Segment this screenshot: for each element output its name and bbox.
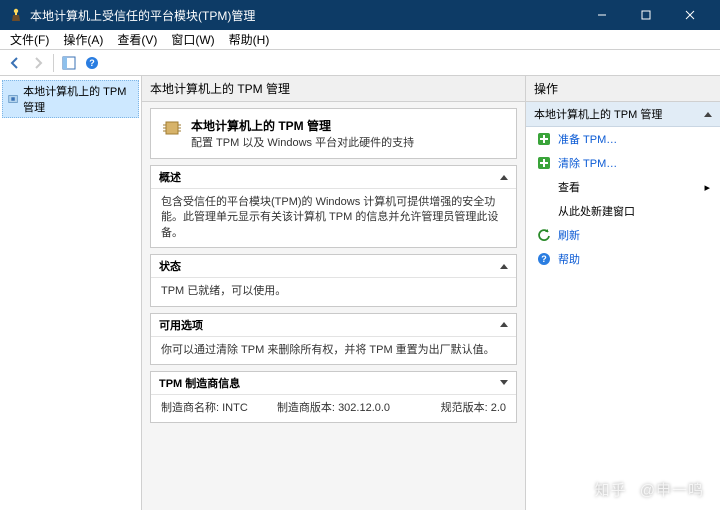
actions-pane: 操作 本地计算机上的 TPM 管理 准备 TPM… 清除 TPM… 查看 ▸ <box>526 76 720 510</box>
action-newwin-label: 从此处新建窗口 <box>558 203 635 219</box>
manu-ver-label: 制造商版本: <box>277 402 335 414</box>
collapse-icon <box>704 112 712 117</box>
section-manufacturer-body: 制造商名称: INTC 制造商版本: 302.12.0.0 规范版本: 2.0 <box>151 395 516 422</box>
section-status-header[interactable]: 状态 <box>151 255 516 278</box>
tpm-chip-icon <box>161 117 183 142</box>
collapse-icon <box>500 175 508 180</box>
detail-body: 本地计算机上的 TPM 管理 配置 TPM 以及 Windows 平台对此硬件的… <box>142 102 525 435</box>
section-options: 可用选项 你可以通过清除 TPM 来删除所有权，并将 TPM 重置为出厂默认值。 <box>150 313 517 365</box>
welcome-title: 本地计算机上的 TPM 管理 <box>191 117 414 134</box>
menu-action[interactable]: 操作(A) <box>57 29 109 50</box>
actions-list: 本地计算机上的 TPM 管理 准备 TPM… 清除 TPM… 查看 ▸ 从此处新… <box>526 102 720 271</box>
plus-icon <box>536 131 552 147</box>
svg-text:?: ? <box>541 254 547 264</box>
manu-name-label: 制造商名称: <box>161 402 219 414</box>
window-controls <box>580 0 712 30</box>
section-status-title: 状态 <box>159 258 181 274</box>
detail-pane: 本地计算机上的 TPM 管理 本地计算机上的 TPM 管理 配置 TPM 以及 … <box>142 76 526 510</box>
action-view-label: 查看 <box>558 179 698 195</box>
section-overview-header[interactable]: 概述 <box>151 166 516 189</box>
section-overview: 概述 包含受信任的平台模块(TPM)的 Windows 计算机可提供增强的安全功… <box>150 165 517 248</box>
section-overview-body: 包含受信任的平台模块(TPM)的 Windows 计算机可提供增强的安全功能。此… <box>151 189 516 247</box>
refresh-icon <box>536 227 552 243</box>
blank-icon <box>536 179 552 195</box>
section-manufacturer-title: TPM 制造商信息 <box>159 375 240 391</box>
title-bar: 本地计算机上受信任的平台模块(TPM)管理 <box>0 0 720 30</box>
section-status-body: TPM 已就绪，可以使用。 <box>151 278 516 305</box>
svg-text:?: ? <box>89 58 95 68</box>
collapse-icon <box>500 264 508 269</box>
action-help[interactable]: ? 帮助 <box>526 247 720 271</box>
close-button[interactable] <box>668 0 712 30</box>
action-refresh-label: 刷新 <box>558 227 580 243</box>
action-help-label: 帮助 <box>558 251 580 267</box>
minimize-button[interactable] <box>580 0 624 30</box>
plus-icon <box>536 155 552 171</box>
section-options-body: 你可以通过清除 TPM 来删除所有权，并将 TPM 重置为出厂默认值。 <box>151 337 516 364</box>
tpm-module-icon <box>7 92 19 106</box>
expand-icon <box>500 380 508 385</box>
section-status: 状态 TPM 已就绪，可以使用。 <box>150 254 517 306</box>
section-manufacturer-header[interactable]: TPM 制造商信息 <box>151 372 516 395</box>
blank-icon <box>536 203 552 219</box>
action-new-window[interactable]: 从此处新建窗口 <box>526 199 720 223</box>
tree-root-item[interactable]: 本地计算机上的 TPM 管理 <box>2 80 139 118</box>
manu-ver-value: 302.12.0.0 <box>338 402 390 414</box>
help-button[interactable]: ? <box>81 52 103 74</box>
app-icon <box>8 7 24 23</box>
toolbar: ? <box>0 50 720 76</box>
detail-header: 本地计算机上的 TPM 管理 <box>142 76 525 102</box>
actions-title-row: 本地计算机上的 TPM 管理 <box>526 102 720 127</box>
welcome-subtitle: 配置 TPM 以及 Windows 平台对此硬件的支持 <box>191 134 414 150</box>
menu-help[interactable]: 帮助(H) <box>223 29 276 50</box>
nav-forward-button[interactable] <box>27 52 49 74</box>
show-tree-button[interactable] <box>58 52 80 74</box>
action-prepare-tpm[interactable]: 准备 TPM… <box>526 127 720 151</box>
submenu-arrow-icon: ▸ <box>704 181 710 194</box>
window-title: 本地计算机上受信任的平台模块(TPM)管理 <box>30 7 580 24</box>
action-refresh[interactable]: 刷新 <box>526 223 720 247</box>
maximize-button[interactable] <box>624 0 668 30</box>
toolbar-separator <box>53 54 54 72</box>
content-area: 本地计算机上的 TPM 管理 本地计算机上的 TPM 管理 本地计算机上的 TP… <box>0 76 720 510</box>
menu-bar: 文件(F) 操作(A) 查看(V) 窗口(W) 帮助(H) <box>0 30 720 50</box>
menu-file[interactable]: 文件(F) <box>4 29 55 50</box>
help-icon: ? <box>536 251 552 267</box>
section-overview-title: 概述 <box>159 169 181 185</box>
action-clear-tpm[interactable]: 清除 TPM… <box>526 151 720 175</box>
menu-window[interactable]: 窗口(W) <box>165 29 220 50</box>
section-options-header[interactable]: 可用选项 <box>151 314 516 337</box>
nav-back-button[interactable] <box>4 52 26 74</box>
collapse-icon <box>500 322 508 327</box>
manu-spec-label: 规范版本: <box>441 402 488 414</box>
tree-pane: 本地计算机上的 TPM 管理 <box>0 76 142 510</box>
manu-spec-value: 2.0 <box>491 402 506 414</box>
tree-root-label: 本地计算机上的 TPM 管理 <box>23 83 134 115</box>
section-options-title: 可用选项 <box>159 317 203 333</box>
menu-view[interactable]: 查看(V) <box>111 29 163 50</box>
manu-name-value: INTC <box>222 402 248 414</box>
section-manufacturer: TPM 制造商信息 制造商名称: INTC 制造商版本: 302.12.0.0 … <box>150 371 517 423</box>
action-clear-label: 清除 TPM… <box>558 155 617 171</box>
actions-title: 本地计算机上的 TPM 管理 <box>534 106 662 122</box>
actions-header: 操作 <box>526 76 720 102</box>
action-view[interactable]: 查看 ▸ <box>526 175 720 199</box>
welcome-card: 本地计算机上的 TPM 管理 配置 TPM 以及 Windows 平台对此硬件的… <box>150 108 517 159</box>
action-prepare-label: 准备 TPM… <box>558 131 617 147</box>
